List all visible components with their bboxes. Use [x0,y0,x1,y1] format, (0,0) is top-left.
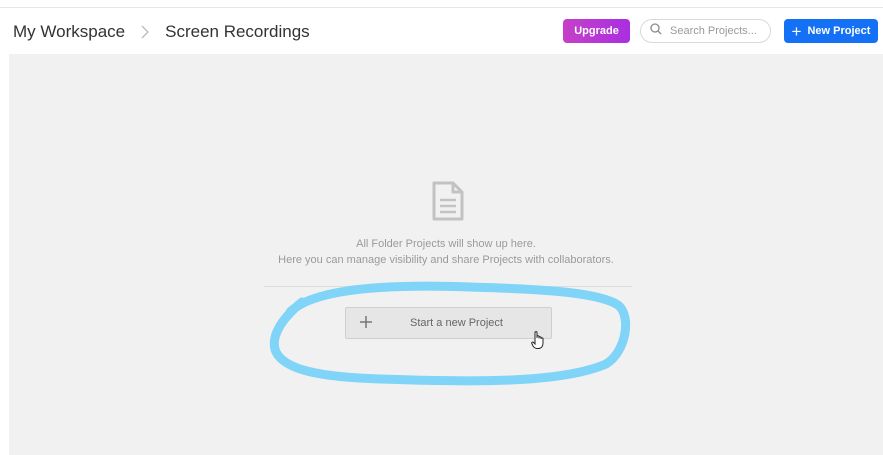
start-new-project-button[interactable]: Start a new Project [345,307,552,339]
breadcrumb-workspace-link[interactable]: My Workspace [13,22,125,42]
document-icon [431,180,465,227]
breadcrumb: My Workspace Screen Recordings [13,22,310,42]
start-new-project-label: Start a new Project [410,317,503,329]
plus-icon: + [791,21,802,41]
search-icon [650,22,662,40]
hand-pointer-cursor-icon [531,330,545,355]
search-box[interactable] [640,19,771,43]
chevron-right-icon [141,25,150,39]
plus-icon [358,314,374,335]
breadcrumb-current: Screen Recordings [165,22,310,41]
divider [264,286,632,287]
search-input[interactable] [668,24,767,38]
upgrade-button[interactable]: Upgrade [563,19,630,43]
new-project-label: New Project [807,25,871,37]
empty-state-description: Here you can manage visibility and share… [278,254,614,266]
new-project-button[interactable]: + New Project [784,19,878,43]
empty-state-title: All Folder Projects will show up here. [356,238,536,250]
header-bar: My Workspace Screen Recordings Upgrade +… [0,8,883,54]
projects-empty-area: All Folder Projects will show up here. H… [9,54,883,455]
